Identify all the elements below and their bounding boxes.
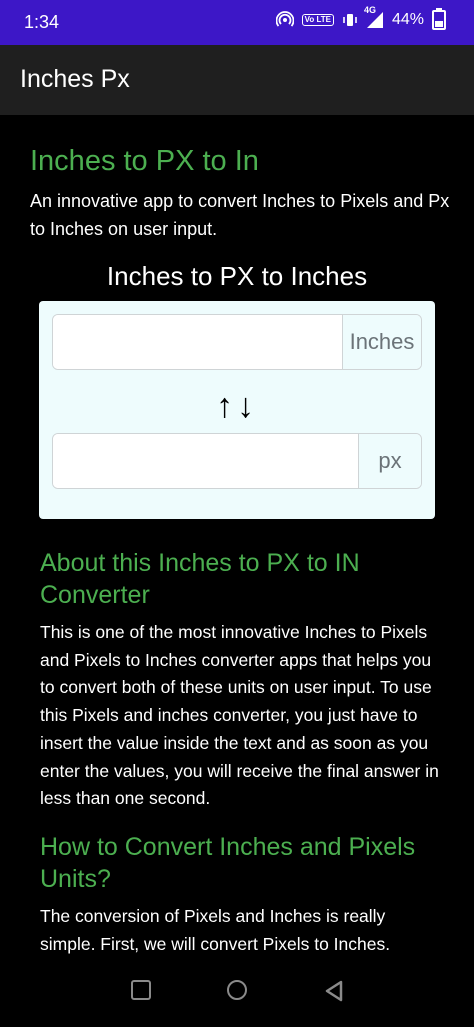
system-nav-bar — [0, 960, 474, 1027]
vibrate-icon — [342, 11, 358, 29]
howto-heading: How to Convert Inches and Pixels Units? — [40, 833, 416, 893]
px-input[interactable] — [53, 434, 358, 488]
about-text: This is one of the most innovative Inche… — [40, 622, 439, 809]
app-bar: Inches Px — [0, 45, 474, 115]
network-type: 4G — [363, 5, 376, 15]
back-icon[interactable] — [324, 980, 344, 1007]
px-input-group: px — [52, 433, 422, 489]
status-bar: 1:34 Vo LTE 4G 44% — [0, 0, 474, 45]
hotspot-icon — [275, 11, 294, 29]
status-time: 1:34 — [24, 12, 60, 32]
volte-icon: Vo LTE — [301, 14, 334, 26]
page-title: Inches to PX to In — [30, 145, 259, 177]
about-heading: About this Inches to PX to IN Converter — [40, 549, 360, 609]
status-icons: Vo LTE 4G 44% — [275, 5, 446, 30]
signal-icon: 4G — [364, 5, 384, 29]
battery-percent: 44% — [391, 11, 424, 28]
converter-title: Inches to PX to Inches — [106, 261, 368, 291]
px-unit-label: px — [358, 434, 421, 488]
inches-input-group: Inches — [52, 314, 422, 370]
converter-card: Inches ↑↓ px — [39, 301, 435, 519]
swap-arrows-icon: ↑↓ — [216, 387, 258, 425]
howto-text: The conversion of Pixels and Inches is r… — [40, 906, 391, 954]
inches-unit-label: Inches — [342, 315, 421, 369]
battery-icon — [432, 8, 446, 30]
recents-icon[interactable] — [131, 980, 151, 1000]
inches-input[interactable] — [53, 315, 342, 369]
app-title: Inches Px — [20, 65, 130, 93]
home-icon[interactable] — [227, 980, 247, 1000]
intro-text: An innovative app to convert Inches to P… — [30, 191, 450, 239]
